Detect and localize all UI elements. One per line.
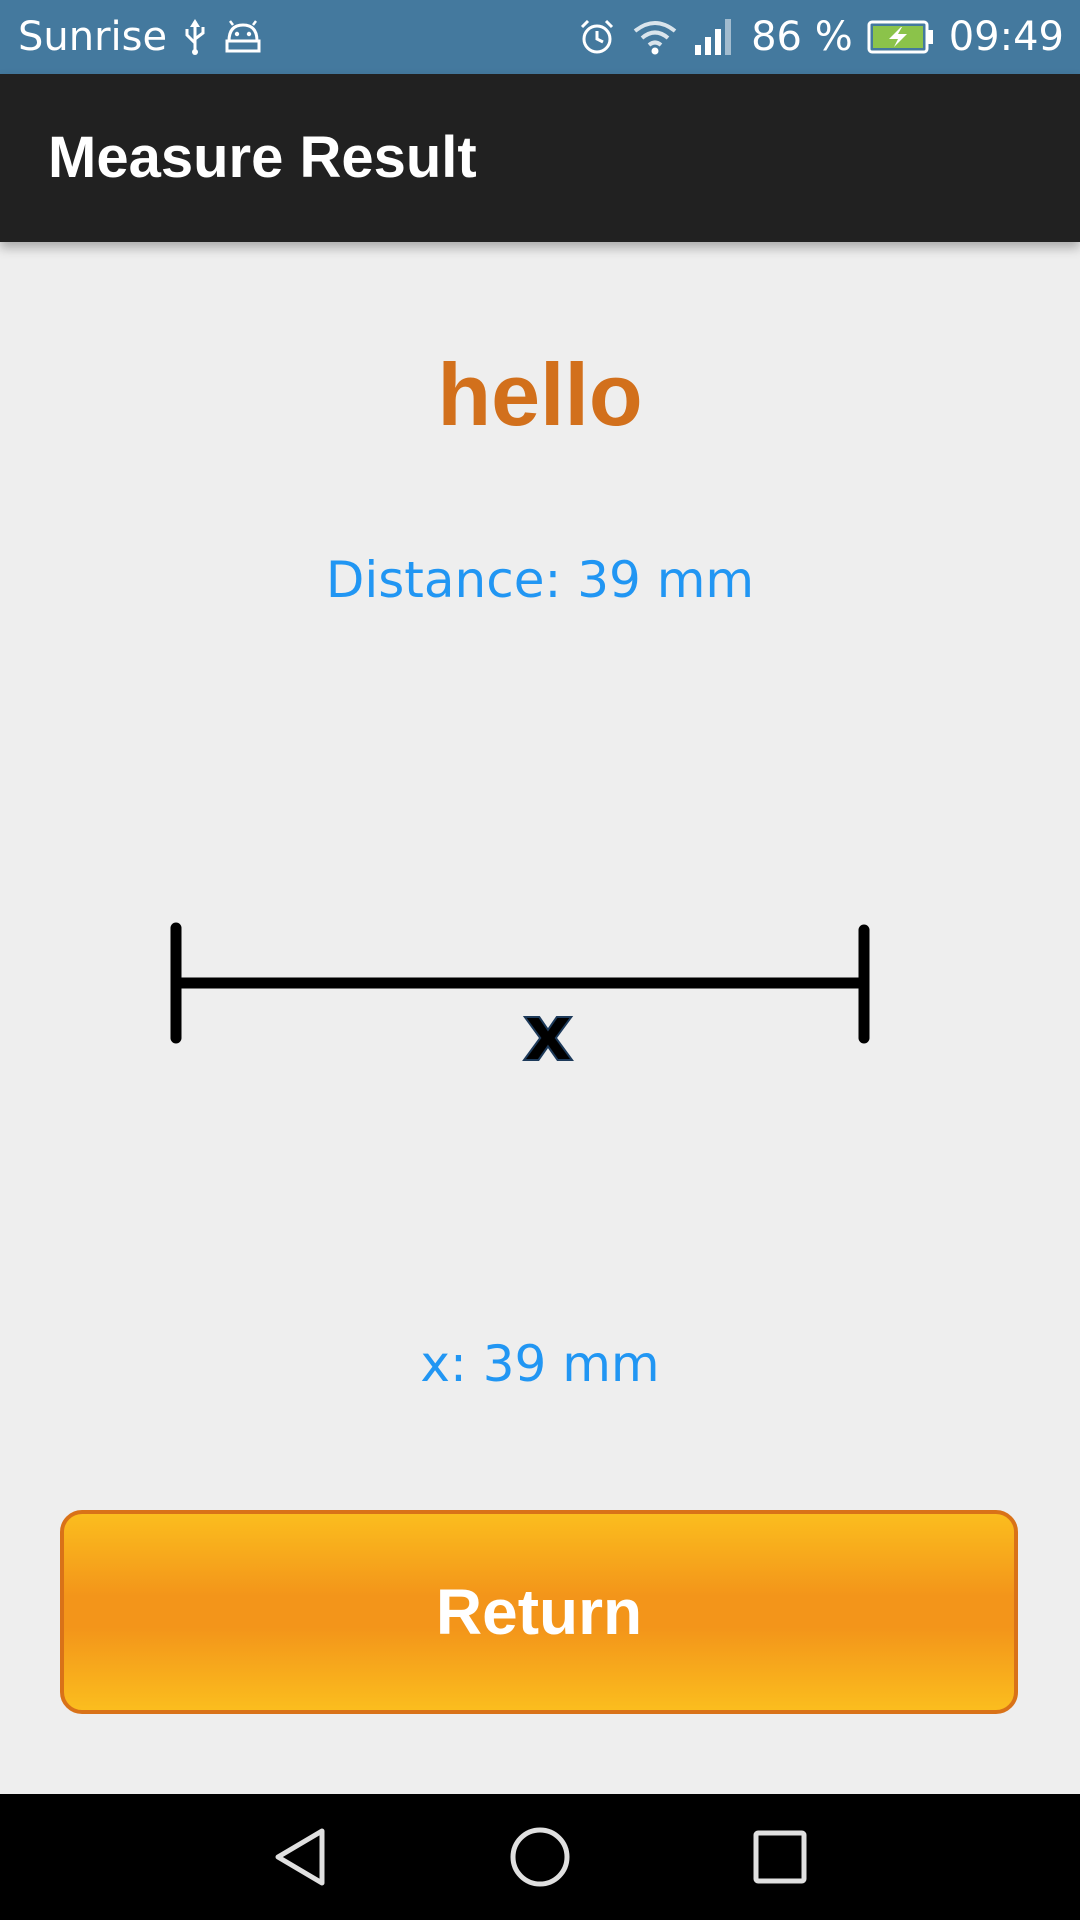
back-button[interactable] — [260, 1817, 340, 1897]
distance-value: Distance: 39 mm — [325, 551, 755, 609]
app-bar: Measure Result — [0, 74, 1080, 242]
return-button[interactable]: Return — [60, 1510, 1018, 1714]
recents-icon — [753, 1830, 807, 1884]
page-title: Measure Result — [48, 125, 477, 190]
carrier-name: Sunrise — [18, 14, 168, 60]
result-heading: hello — [437, 345, 643, 444]
usb-icon — [183, 17, 207, 57]
signal-icon — [693, 17, 737, 57]
status-right: 86 % 09:49 — [577, 0, 1064, 74]
home-icon — [510, 1827, 570, 1887]
battery-percent: 86 % — [751, 14, 853, 60]
status-left: Sunrise — [18, 0, 263, 74]
home-button[interactable] — [500, 1817, 580, 1897]
wifi-icon — [631, 17, 679, 57]
x-measurement: x: 39 mm — [420, 1335, 660, 1393]
diagram-label: x — [523, 989, 573, 1079]
back-icon — [275, 1828, 325, 1886]
recents-button[interactable] — [740, 1817, 820, 1897]
alarm-icon — [577, 17, 617, 57]
battery-charging-icon — [867, 19, 935, 55]
clock: 09:49 — [948, 14, 1064, 60]
navigation-bar — [0, 1794, 1080, 1920]
status-bar: Sunrise 86 % 09:49 — [0, 0, 1080, 74]
measurement-diagram: x — [170, 922, 870, 1080]
android-debug-icon — [223, 19, 263, 55]
